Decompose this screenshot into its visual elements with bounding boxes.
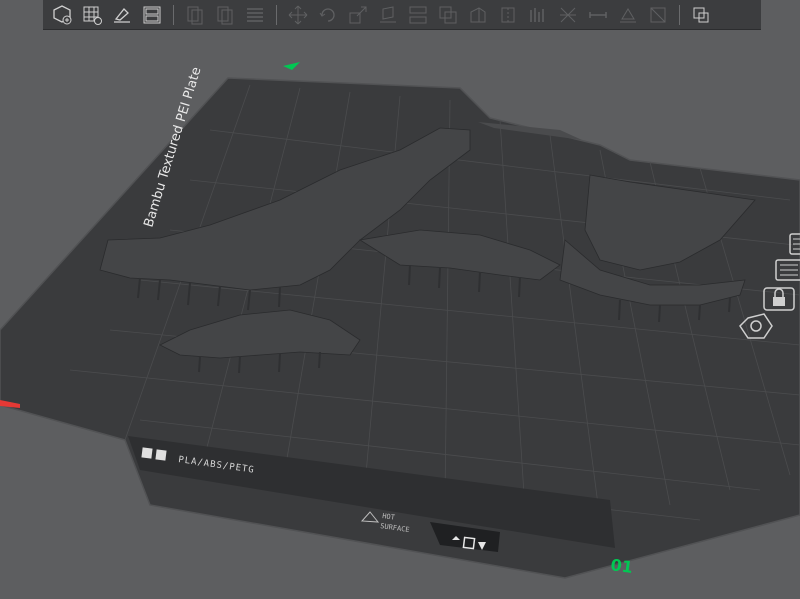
seam-paint-button[interactable] xyxy=(493,1,523,29)
lock-icon xyxy=(773,297,785,306)
layers-button[interactable] xyxy=(240,1,270,29)
support-paint-icon xyxy=(470,6,486,22)
scale-icon xyxy=(349,6,367,23)
view-toggle-icon xyxy=(693,7,709,22)
side-tools-svg xyxy=(739,233,800,339)
move-icon xyxy=(288,5,308,24)
support-paint-button[interactable] xyxy=(463,1,493,29)
side-tool-dimensions[interactable] xyxy=(789,233,800,255)
dimension-icon xyxy=(793,238,800,250)
split-objects-icon xyxy=(187,6,203,24)
measure-icon xyxy=(589,11,607,18)
3d-viewport[interactable]: Bambu Textured PEI Plate PLA/ABS/PETG HO… xyxy=(0,0,800,599)
side-view-tools xyxy=(736,232,800,342)
layout-icon xyxy=(780,264,798,276)
side-tool-layout[interactable] xyxy=(775,259,800,281)
side-tool-settings[interactable] xyxy=(739,313,773,339)
toolbar-separator xyxy=(173,4,174,25)
lay-on-face-button[interactable] xyxy=(373,1,403,29)
side-tool-lock[interactable] xyxy=(763,287,795,311)
layers-icon xyxy=(247,7,263,22)
auto-orient-button[interactable] xyxy=(107,1,137,29)
rotate-icon xyxy=(319,7,335,22)
scale-button[interactable] xyxy=(343,1,373,29)
add-object-button[interactable] xyxy=(47,1,77,29)
top-toolbar xyxy=(43,0,761,30)
rotate-button[interactable] xyxy=(313,1,343,29)
fdm-supports-icon xyxy=(530,7,544,22)
boolean-icon xyxy=(439,6,457,23)
text-icon xyxy=(560,7,576,22)
split-parts-icon xyxy=(217,6,233,24)
add-plate-icon xyxy=(83,6,102,25)
split-parts-button[interactable] xyxy=(210,1,240,29)
arrange-button[interactable] xyxy=(137,1,167,29)
add-plate-button[interactable] xyxy=(77,1,107,29)
text-tool-button[interactable] xyxy=(553,1,583,29)
split-objects-button[interactable] xyxy=(180,1,210,29)
measure-button[interactable] xyxy=(583,1,613,29)
y-axis-arrow-icon xyxy=(283,62,300,70)
seam-paint-icon xyxy=(501,7,515,22)
assembly-icon xyxy=(620,7,636,22)
flatten-icon xyxy=(650,7,666,22)
lay-on-face-icon xyxy=(380,5,396,22)
arrange-icon xyxy=(143,6,161,23)
plate-number[interactable]: 01 xyxy=(609,555,634,577)
move-button[interactable] xyxy=(283,1,313,29)
view-toggle-button[interactable] xyxy=(686,1,716,29)
cut-button[interactable] xyxy=(403,1,433,29)
fdm-supports-button[interactable] xyxy=(523,1,553,29)
toolbar-separator xyxy=(679,4,680,25)
boolean-button[interactable] xyxy=(433,1,463,29)
auto-orient-icon xyxy=(114,7,130,23)
flatten-button[interactable] xyxy=(643,1,673,29)
hexagon-nut-icon xyxy=(750,320,762,332)
assembly-button[interactable] xyxy=(613,1,643,29)
cut-icon xyxy=(409,6,427,23)
toolbar-separator xyxy=(276,4,277,25)
add-object-icon xyxy=(53,4,72,24)
